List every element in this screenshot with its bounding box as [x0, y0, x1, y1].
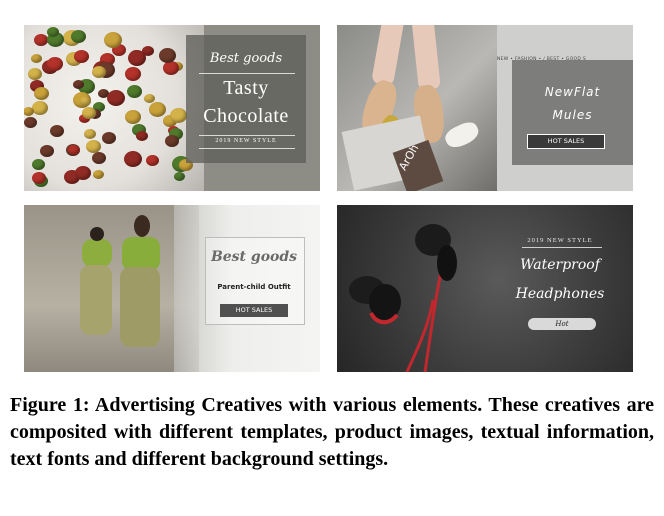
candy-piece — [73, 80, 84, 89]
candy-piece — [82, 107, 96, 119]
divider-line — [199, 148, 295, 149]
candy-piece — [102, 132, 116, 144]
candy-piece — [75, 166, 91, 180]
candy-piece — [174, 172, 185, 181]
candy-piece — [32, 159, 45, 170]
candy-piece — [34, 87, 49, 100]
candy-piece — [93, 170, 104, 179]
candy-piece — [159, 48, 176, 63]
candy-piece — [68, 145, 80, 155]
child-shirt-image — [82, 239, 112, 267]
headline-line-1: Tasty — [223, 77, 269, 99]
candy-piece — [84, 129, 96, 139]
candy-piece — [40, 145, 54, 157]
divider-line — [522, 247, 602, 248]
headline-line-2: Mules — [552, 108, 593, 122]
candy-piece — [71, 30, 86, 43]
candy-piece — [125, 67, 141, 81]
best-goods-script: Best goods — [209, 51, 283, 66]
mules-creative: ArOh NEW • FASHION • / BEST • GOOD S New… — [337, 25, 633, 191]
candy-piece — [127, 85, 142, 98]
figure-caption: Figure 1: Advertising Creatives with var… — [10, 394, 654, 470]
candy-piece — [47, 57, 63, 71]
divider-line — [199, 135, 295, 136]
candy-piece — [32, 172, 46, 184]
adult-trousers-image — [120, 267, 160, 347]
headline-line-2: Headphones — [515, 286, 605, 302]
headline-line-2: Chocolate — [203, 105, 289, 127]
candy-piece — [107, 90, 125, 106]
candy-piece — [149, 102, 166, 117]
candy-piece — [28, 68, 42, 80]
headphones-creative: 2019 NEW STYLE Waterproof Headphones Hot — [337, 205, 633, 372]
candy-piece — [47, 27, 59, 37]
new-style-label: 2019 NEW STYLE — [527, 237, 593, 244]
candy-piece — [92, 152, 106, 164]
hot-sales-button[interactable]: HOT SALES — [220, 304, 288, 317]
candy-piece — [34, 34, 48, 46]
outfit-creative: Best goods Parent-child Outfit HOT SALES — [24, 205, 320, 372]
candy-piece — [24, 117, 37, 128]
outfit-subtitle: Parent-child Outfit — [217, 283, 291, 291]
tagline: NEW • FASHION • / BEST • GOOD S — [497, 57, 587, 62]
candy-piece — [50, 125, 64, 137]
child-head-image — [90, 227, 104, 241]
candy-piece — [146, 155, 159, 166]
candy-piece — [170, 108, 187, 123]
adult-shirt-image — [122, 237, 160, 271]
candy-piece — [163, 61, 179, 75]
candy-piece — [125, 110, 141, 124]
divider-line — [199, 73, 295, 74]
hot-sales-button[interactable]: HOT SALES — [527, 134, 605, 149]
candy-piece — [128, 50, 146, 66]
candy-piece — [31, 54, 42, 63]
candy-piece — [165, 135, 179, 147]
hot-button[interactable]: Hot — [528, 318, 596, 330]
candy-piece — [124, 151, 142, 167]
candy-piece — [104, 32, 122, 48]
candy-piece — [32, 101, 48, 115]
candy-piece — [136, 131, 148, 141]
headline-line-1: NewFlat — [544, 85, 601, 99]
best-goods-title: Best goods — [210, 249, 298, 265]
candy-piece — [92, 66, 106, 78]
child-trousers-image — [80, 265, 112, 335]
candy-piece — [74, 50, 89, 63]
candy-piece — [80, 97, 91, 106]
headline-line-1: Waterproof — [520, 257, 600, 273]
new-style-label: 2019 NEW STYLE — [215, 138, 277, 144]
adult-head-image — [134, 215, 150, 237]
chocolate-creative: Best goods Tasty Chocolate 2019 NEW STYL… — [24, 25, 320, 191]
